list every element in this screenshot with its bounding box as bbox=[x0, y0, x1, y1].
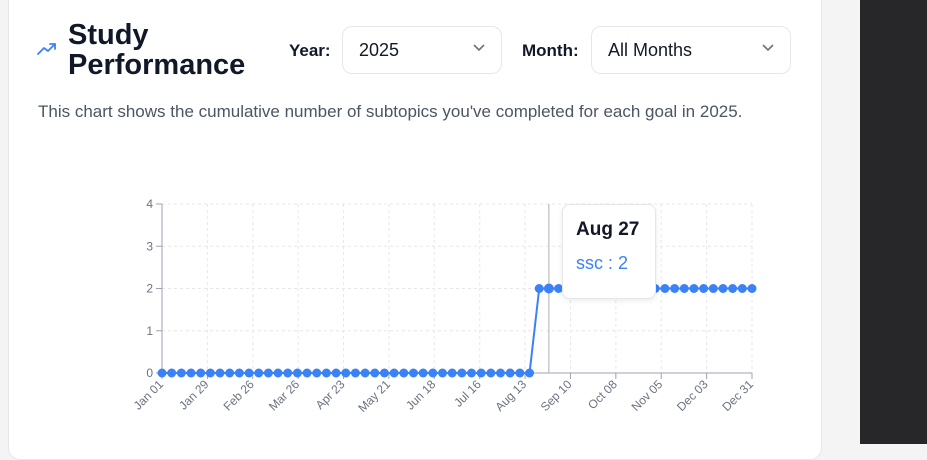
tooltip-separator: : bbox=[603, 253, 619, 273]
tooltip-value: 2 bbox=[618, 253, 629, 273]
chart-tooltip: Aug 27 ssc : 2 bbox=[562, 204, 656, 299]
data-point bbox=[360, 368, 370, 378]
data-point bbox=[467, 368, 477, 378]
x-tick-label: Apr 23 bbox=[313, 377, 348, 412]
data-point bbox=[496, 368, 506, 378]
x-tick-label: Dec 31 bbox=[719, 377, 756, 414]
data-point bbox=[341, 368, 351, 378]
x-tick-label: Sep 10 bbox=[538, 377, 575, 414]
x-tick-label: May 21 bbox=[355, 377, 393, 415]
data-point bbox=[447, 368, 457, 378]
y-tick-label: 0 bbox=[146, 366, 153, 380]
tooltip-date: Aug 27 bbox=[576, 219, 640, 240]
data-point bbox=[399, 368, 409, 378]
data-point bbox=[244, 368, 254, 378]
y-tick-label: 1 bbox=[146, 324, 153, 338]
data-point bbox=[486, 368, 496, 378]
data-point bbox=[331, 368, 341, 378]
data-point bbox=[728, 284, 738, 293]
data-point bbox=[321, 368, 331, 378]
data-point bbox=[273, 368, 283, 378]
x-tick-label: Feb 26 bbox=[221, 377, 258, 414]
x-tick-label: Dec 03 bbox=[674, 377, 711, 414]
tooltip-value-row: ssc : 2 bbox=[576, 253, 655, 274]
data-point bbox=[737, 284, 747, 293]
data-point bbox=[408, 368, 418, 378]
data-point bbox=[689, 284, 699, 293]
side-panel bbox=[860, 0, 927, 444]
y-tick-label: 2 bbox=[146, 282, 153, 296]
data-point bbox=[457, 368, 467, 378]
tooltip-series: ssc bbox=[576, 253, 603, 273]
data-point bbox=[157, 368, 167, 378]
data-point bbox=[437, 368, 447, 378]
data-point bbox=[167, 368, 177, 378]
data-point bbox=[254, 368, 264, 378]
data-point bbox=[186, 368, 196, 378]
y-tick-label: 4 bbox=[146, 197, 153, 211]
x-tick-label: Aug 13 bbox=[492, 377, 529, 414]
study-performance-chart[interactable]: 0 1 2 3 4 Jan 01 Jan 29 Feb 26 Mar 26 Apr 23 May 2… bbox=[0, 0, 860, 444]
data-point bbox=[312, 368, 322, 378]
y-tick-label: 3 bbox=[146, 239, 153, 253]
data-point bbox=[176, 368, 186, 378]
data-point bbox=[543, 283, 554, 294]
data-point bbox=[515, 368, 525, 378]
x-tick-label: Jun 18 bbox=[403, 377, 439, 413]
x-tick-label: Jan 01 bbox=[131, 377, 167, 413]
data-point bbox=[283, 368, 293, 378]
data-point bbox=[699, 284, 709, 293]
data-point bbox=[196, 368, 206, 378]
data-point bbox=[350, 368, 360, 378]
x-tick-label: Mar 26 bbox=[266, 377, 303, 414]
data-point bbox=[708, 284, 718, 293]
data-point bbox=[292, 368, 302, 378]
data-point bbox=[225, 368, 235, 378]
data-point bbox=[205, 368, 215, 378]
data-point bbox=[660, 284, 670, 293]
data-point bbox=[428, 368, 438, 378]
data-point bbox=[379, 368, 389, 378]
x-tick-label: Jan 29 bbox=[176, 377, 212, 413]
x-tick-label: Oct 08 bbox=[585, 377, 620, 412]
data-point bbox=[418, 368, 428, 378]
x-tick-label: Jul 16 bbox=[451, 377, 484, 410]
data-point bbox=[534, 284, 544, 293]
data-point bbox=[234, 368, 244, 378]
x-tick-label: Nov 05 bbox=[629, 377, 666, 414]
data-point bbox=[263, 368, 273, 378]
data-point bbox=[679, 284, 689, 293]
data-point bbox=[505, 368, 515, 378]
data-point bbox=[718, 284, 728, 293]
data-point bbox=[747, 284, 757, 293]
data-point bbox=[476, 368, 486, 378]
data-point bbox=[370, 368, 380, 378]
data-point bbox=[670, 284, 680, 293]
data-point bbox=[302, 368, 312, 378]
data-point bbox=[389, 368, 399, 378]
data-point bbox=[525, 368, 535, 378]
data-point bbox=[215, 368, 225, 378]
